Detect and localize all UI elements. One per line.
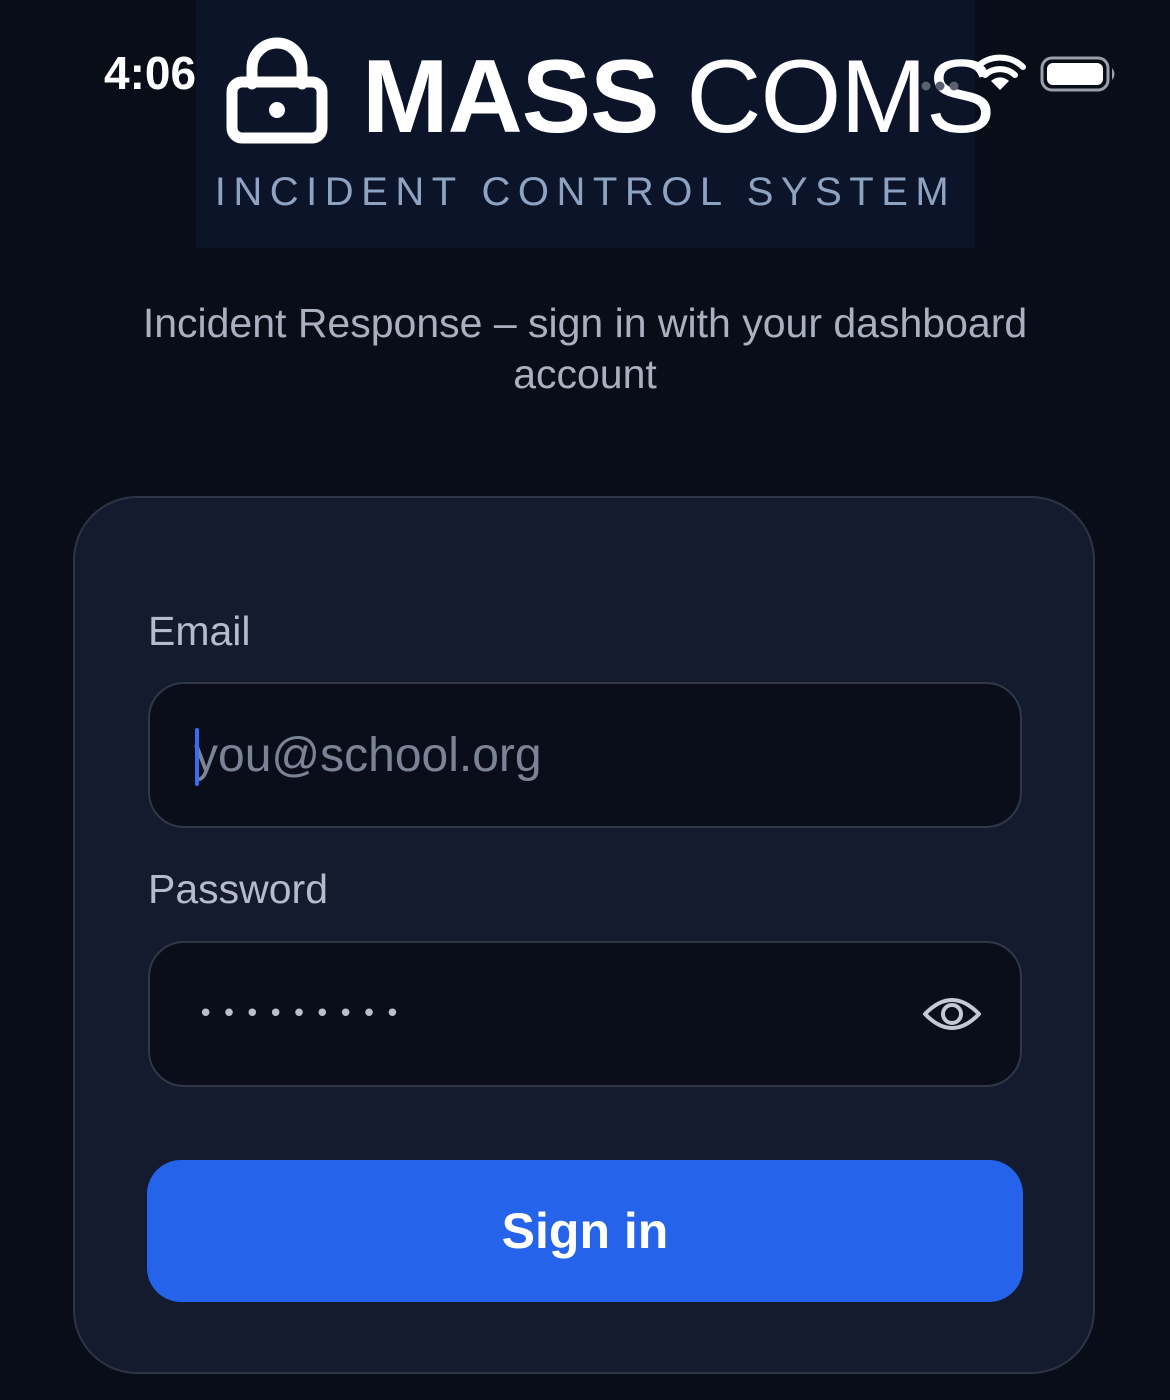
- more-dots-icon: [921, 81, 959, 91]
- eye-icon[interactable]: [922, 992, 982, 1036]
- brand-name-bold: MASS: [362, 39, 659, 155]
- password-label: Password: [148, 866, 329, 912]
- tagline: Incident Response – sign in with your da…: [142, 300, 1028, 397]
- wifi-icon: [974, 54, 1026, 90]
- brand-subtitle: INCIDENT CONTROL SYSTEM: [214, 170, 957, 214]
- text-caret: [195, 728, 199, 786]
- password-field[interactable]: •••••••••: [148, 941, 1022, 1087]
- password-masked-value: •••••••••: [198, 999, 409, 1029]
- status-time: 4:06: [104, 47, 197, 99]
- email-label: Email: [148, 608, 251, 654]
- email-field[interactable]: [148, 682, 1022, 828]
- brand-title: MASS COMS: [362, 39, 995, 155]
- email-input[interactable]: [194, 684, 974, 826]
- brand-name-light: COMS: [686, 39, 995, 155]
- battery-icon: [1040, 56, 1115, 92]
- login-screen: MASS COMS INCIDENT CONTROL SYSTEM 4:06 I…: [0, 0, 1170, 1400]
- lock-icon: [226, 37, 328, 144]
- sign-in-button[interactable]: Sign in: [147, 1160, 1023, 1302]
